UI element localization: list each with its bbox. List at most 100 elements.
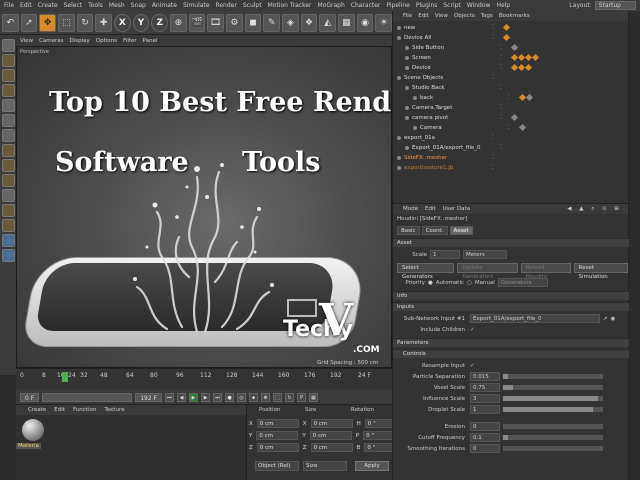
menu-plugins[interactable]: Plugins bbox=[416, 2, 438, 9]
make-editable-icon[interactable] bbox=[1, 39, 15, 52]
rotation-p-field[interactable]: 0 ° bbox=[363, 431, 394, 440]
section-parameters[interactable]: Parameters bbox=[393, 338, 629, 347]
light-icon[interactable]: ☀ bbox=[375, 13, 393, 32]
visibility-dots[interactable]: ⁚ bbox=[500, 114, 508, 121]
menu-simulate[interactable]: Simulate bbox=[183, 2, 210, 9]
camera-icon[interactable]: ◉ bbox=[356, 13, 374, 32]
param-field[interactable]: 0.75 bbox=[470, 383, 500, 392]
material-menu-edit[interactable]: Edit bbox=[54, 407, 65, 413]
axis-mode-icon[interactable] bbox=[1, 144, 15, 157]
object-row[interactable]: Device All ⁚ bbox=[393, 33, 629, 42]
points-mode-icon[interactable] bbox=[1, 99, 15, 112]
menu-script[interactable]: Script bbox=[443, 2, 460, 9]
cube-icon[interactable]: ◼ bbox=[244, 13, 262, 32]
obj-menu-view[interactable]: View bbox=[435, 13, 448, 19]
menu-sculpt[interactable]: Sculpt bbox=[243, 2, 262, 9]
param-field[interactable]: 1 bbox=[470, 405, 500, 414]
tag-icon[interactable] bbox=[531, 53, 540, 62]
rotate-icon[interactable]: ↻ bbox=[76, 13, 94, 32]
snapping-icon[interactable] bbox=[1, 174, 15, 187]
attr-menu-edit[interactable]: Edit bbox=[425, 206, 436, 212]
array-icon[interactable]: ❖ bbox=[300, 13, 318, 32]
object-row[interactable]: Camera.Target ⁚ bbox=[393, 103, 629, 112]
size-y-field[interactable]: 0 cm bbox=[309, 431, 352, 440]
end-frame-field[interactable]: 192 F bbox=[135, 392, 162, 402]
priority-generators-select[interactable]: Generators bbox=[497, 278, 548, 287]
tab-coord[interactable]: Coord. bbox=[421, 226, 448, 235]
param-field[interactable]: 0 bbox=[470, 422, 500, 431]
material-menu-texture[interactable]: Texture bbox=[104, 407, 124, 413]
visibility-dots[interactable]: ⁚ bbox=[500, 64, 508, 71]
menu-snap[interactable]: Snap bbox=[131, 2, 146, 9]
menu-tools[interactable]: Tools bbox=[88, 2, 103, 9]
position-x-field[interactable]: 0 cm bbox=[256, 419, 299, 428]
coordinate-system-icon[interactable]: ⊕ bbox=[170, 13, 187, 32]
param-field[interactable]: 0.015 bbox=[470, 372, 500, 381]
menu-animate[interactable]: Animate bbox=[152, 2, 177, 9]
undo-icon[interactable]: ↶ bbox=[2, 13, 19, 32]
render-settings-icon[interactable]: ⚙ bbox=[226, 13, 243, 32]
next-key-icon[interactable]: ▶ bbox=[201, 392, 210, 402]
param-slider[interactable] bbox=[503, 435, 603, 440]
keyframe-icon[interactable]: ⬥ bbox=[249, 392, 258, 402]
object-row[interactable]: Scene Objects ⁚ bbox=[393, 73, 629, 82]
object-row[interactable]: Studio Back ⁚ bbox=[393, 83, 629, 92]
tag-icon[interactable] bbox=[518, 123, 527, 132]
menu-edit[interactable]: Edit bbox=[20, 2, 32, 9]
menu-mesh[interactable]: Mesh bbox=[109, 2, 125, 9]
object-row[interactable]: Screen ⁚ bbox=[393, 53, 629, 62]
link-arrow-icon[interactable]: ➚ bbox=[603, 316, 608, 322]
param-slider[interactable] bbox=[503, 396, 603, 401]
right-side-tab-strip[interactable] bbox=[628, 11, 640, 480]
param-slider[interactable] bbox=[503, 424, 603, 429]
position-y-field[interactable]: 0 cm bbox=[256, 431, 299, 440]
update-generators-button[interactable]: Update Generators bbox=[457, 262, 518, 280]
section-info[interactable]: Info bbox=[393, 291, 629, 300]
size-mode-select[interactable]: Size bbox=[303, 461, 347, 471]
lock-workplane-icon[interactable] bbox=[1, 204, 15, 217]
render-picture-viewer-icon[interactable]: 🎞 bbox=[207, 13, 225, 32]
object-row[interactable]: exportlssstore1.jb ⁚ bbox=[393, 163, 629, 172]
attr-nav-icons[interactable]: ◀ ▲ ⌕ ⊙ ⊞ bbox=[567, 206, 628, 213]
menu-motion-tracker[interactable]: Motion Tracker bbox=[268, 2, 312, 9]
size-z-field[interactable]: 0 cm bbox=[310, 443, 353, 452]
scale-field[interactable]: 1 bbox=[430, 250, 460, 259]
viewport-menu-filter[interactable]: Filter bbox=[123, 38, 137, 44]
section-inputs[interactable]: Inputs bbox=[393, 302, 629, 311]
menu-create[interactable]: Create bbox=[38, 2, 58, 9]
viewport-menu-panel[interactable]: Panel bbox=[143, 38, 158, 44]
tag-icon[interactable] bbox=[502, 33, 511, 42]
viewport-menu-cameras[interactable]: Cameras bbox=[39, 38, 63, 44]
param-field[interactable]: 0.1 bbox=[470, 433, 500, 442]
param-slider[interactable] bbox=[503, 407, 603, 412]
visibility-dots[interactable]: ⁚ bbox=[492, 34, 500, 41]
coordinate-mode-select[interactable]: Object (Rel) bbox=[255, 461, 299, 471]
tag-icon[interactable] bbox=[510, 113, 519, 122]
subdivision-icon[interactable]: ◈ bbox=[282, 13, 299, 32]
move-key-icon[interactable]: ✥ bbox=[261, 392, 270, 402]
rotation-h-field[interactable]: 0 ° bbox=[364, 419, 395, 428]
object-row[interactable]: export_01a ⁚ bbox=[393, 133, 629, 142]
range-slider[interactable] bbox=[42, 392, 133, 402]
visibility-dots[interactable]: ⁚ bbox=[492, 164, 500, 171]
size-x-field[interactable]: 0 cm bbox=[310, 419, 353, 428]
timeline-settings-icon[interactable]: ▦ bbox=[309, 392, 318, 402]
section-asset[interactable]: Asset bbox=[393, 238, 629, 247]
start-frame-field[interactable]: 0 F bbox=[20, 392, 40, 402]
previous-key-icon[interactable]: ◀ bbox=[177, 392, 186, 402]
move-icon[interactable]: ✥ bbox=[39, 13, 57, 32]
scale-key-icon[interactable]: ⬚ bbox=[273, 392, 282, 402]
section-controls[interactable]: Controls bbox=[393, 349, 629, 358]
tweak-mode-icon[interactable] bbox=[1, 159, 15, 172]
recent-tool-icon[interactable]: ✚ bbox=[95, 13, 113, 32]
menu-render[interactable]: Render bbox=[215, 2, 236, 9]
record-icon[interactable]: ● bbox=[225, 392, 234, 402]
visibility-dots[interactable]: ⁚ bbox=[500, 144, 508, 151]
param-key-icon[interactable]: P bbox=[297, 392, 306, 402]
scale-unit-select[interactable]: Meters bbox=[463, 250, 507, 259]
menu-mograph[interactable]: MoGraph bbox=[318, 2, 345, 9]
tag-icon[interactable] bbox=[510, 43, 519, 52]
apply-button[interactable]: Apply bbox=[355, 461, 389, 471]
menu-window[interactable]: Window bbox=[467, 2, 491, 9]
position-z-field[interactable]: 0 cm bbox=[256, 443, 299, 452]
